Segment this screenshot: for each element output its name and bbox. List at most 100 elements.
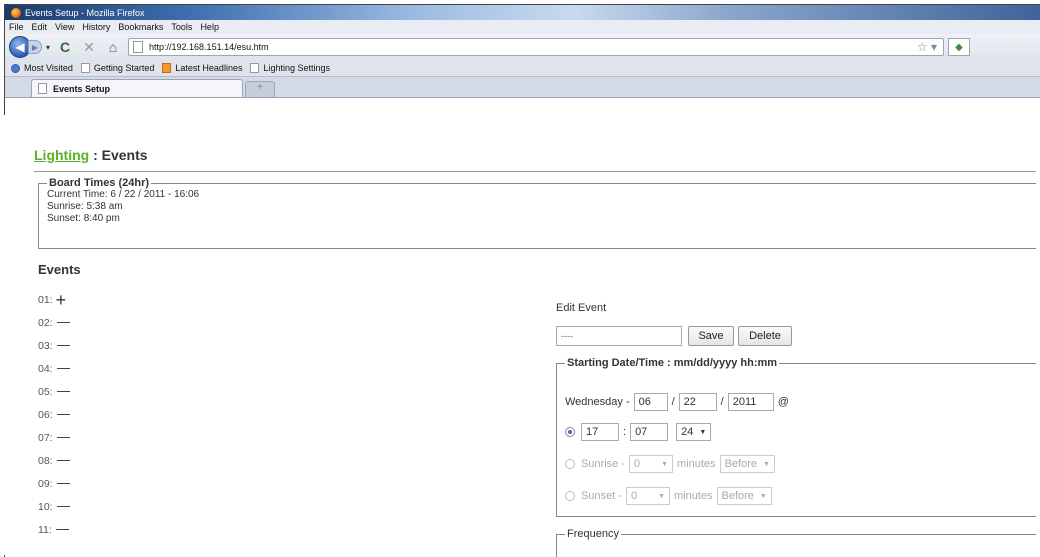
time-radio[interactable] (565, 427, 575, 437)
save-button[interactable]: Save (688, 326, 734, 346)
board-times-panel: Board Times (24hr) Current Time: 6 / 22 … (38, 177, 1036, 249)
month-input[interactable]: 06 (633, 393, 668, 411)
sunrise-radio[interactable] (565, 459, 575, 469)
empty-dash-icon (56, 460, 70, 461)
bookmark-star-icon[interactable]: ☆ ▾ (917, 40, 937, 54)
offset-value: 0 (630, 490, 638, 502)
page-icon (80, 63, 90, 73)
menu-view[interactable]: View (55, 22, 74, 32)
sunset-row: Sunset - 0 ▼ minutes Before ▼ (565, 487, 776, 505)
empty-dash-icon (56, 368, 70, 369)
empty-dash-icon (56, 391, 70, 392)
forward-arrow-icon: ▶ (31, 42, 39, 52)
offset-value: 0 (634, 458, 641, 470)
menu-help[interactable]: Help (200, 22, 219, 32)
page-icon (250, 63, 260, 73)
firefox-icon (11, 7, 21, 18)
empty-dash-icon (55, 529, 69, 530)
sunset-offset-select[interactable]: 0 ▼ (625, 487, 670, 505)
lighting-link[interactable]: Lighting (34, 147, 89, 163)
starting-datetime-legend: Starting Date/Time : mm/dd/yyyy hh:mm (567, 357, 778, 369)
bookmark-latest-headlines[interactable]: Latest Headlines (162, 63, 242, 73)
event-row[interactable]: 09: (38, 472, 70, 495)
menu-edit[interactable]: Edit (32, 22, 48, 32)
reload-icon[interactable]: C (56, 39, 74, 55)
navigation-toolbar: ◀ ▶ ▾ C ✕ ⌂ http://192.168.151.14/esu.ht… (5, 34, 1040, 60)
breadcrumb: Lighting : Events (34, 147, 148, 163)
most-visited-icon (11, 63, 20, 73)
event-number: 02: (38, 316, 53, 329)
sunrise-row: Sunrise - 0 ▼ minutes Before ▼ (565, 455, 779, 473)
bookmark-label: Most Visited (24, 63, 73, 73)
menu-history[interactable]: History (82, 22, 110, 32)
bookmark-getting-started[interactable]: Getting Started (80, 63, 154, 73)
home-icon[interactable]: ⌂ (104, 39, 122, 55)
event-row[interactable]: 03: (38, 334, 70, 357)
empty-dash-icon (56, 414, 70, 415)
page-icon (133, 41, 144, 53)
event-number: 01: (38, 293, 53, 306)
weekday-label: Wednesday - (565, 396, 630, 408)
tab-strip: Events Setup + (5, 77, 1040, 98)
event-name-input[interactable]: ---- (556, 326, 682, 346)
event-row[interactable]: 11: (38, 518, 70, 541)
menu-bar: File Edit View History Bookmarks Tools H… (5, 20, 1040, 34)
event-row[interactable]: 06: (38, 403, 70, 426)
sunset-radio[interactable] (565, 491, 575, 501)
events-heading: Events (38, 262, 81, 277)
event-row[interactable]: 10: (38, 495, 70, 518)
history-dropdown-icon[interactable]: ▾ (46, 43, 50, 52)
event-row[interactable]: 08: (38, 449, 70, 472)
event-number: 07: (38, 431, 53, 444)
time-colon: : (623, 426, 627, 438)
dropdown-arrow-icon: ▼ (759, 492, 767, 500)
menu-tools[interactable]: Tools (171, 22, 192, 32)
bookmark-lighting-settings[interactable]: Lighting Settings (250, 63, 330, 73)
breadcrumb-current: : Events (89, 147, 148, 163)
expand-plus-icon[interactable]: + (56, 291, 67, 309)
edit-event-title: Edit Event (556, 302, 607, 314)
before-value: Before (724, 458, 757, 470)
sunrise-label: Sunrise - (581, 458, 626, 470)
event-row[interactable]: 04: (38, 357, 70, 380)
menu-file[interactable]: File (9, 22, 24, 32)
event-row[interactable]: 05: (38, 380, 70, 403)
delete-button[interactable]: Delete (738, 326, 792, 346)
year-input[interactable]: 2011 (727, 393, 774, 411)
hour-input[interactable]: 17 (581, 423, 619, 441)
empty-dash-icon (56, 437, 70, 438)
sunset-before-select[interactable]: Before ▼ (716, 487, 772, 505)
event-number: 06: (38, 408, 53, 421)
event-number: 09: (38, 477, 53, 490)
event-row[interactable]: 01: + (38, 288, 70, 311)
tab-events-setup[interactable]: Events Setup (31, 79, 243, 97)
sunrise-before-select[interactable]: Before ▼ (719, 455, 775, 473)
empty-dash-icon (56, 506, 70, 507)
url-bar[interactable]: http://192.168.151.14/esu.htm ☆ ▾ (128, 38, 945, 56)
sunrise-time: Sunrise: 5:38 am (47, 201, 123, 212)
event-row[interactable]: 02: (38, 311, 70, 334)
frequency-panel: Frequency (556, 528, 1036, 557)
event-number: 11: (38, 523, 52, 536)
minute-input[interactable]: 07 (630, 423, 669, 441)
empty-dash-icon (56, 483, 70, 484)
dropdown-arrow-icon: ▼ (661, 460, 669, 468)
day-input[interactable]: 22 (678, 393, 717, 411)
sunrise-offset-select[interactable]: 0 ▼ (629, 455, 674, 473)
clock-select[interactable]: 24 ▼ (676, 423, 712, 441)
url-text: http://192.168.151.14/esu.htm (149, 42, 269, 52)
page-content: Lighting : Events Board Times (24hr) Cur… (0, 115, 1036, 557)
before-value: Before (721, 490, 754, 502)
event-number: 10: (38, 500, 53, 513)
event-number: 08: (38, 454, 53, 467)
new-tab-button[interactable]: + (245, 81, 275, 97)
stop-icon[interactable]: ✕ (80, 39, 98, 56)
starting-datetime-panel: Starting Date/Time : mm/dd/yyyy hh:mm We… (556, 357, 1036, 517)
event-row[interactable]: 07: (38, 426, 70, 449)
search-engine-icon[interactable]: ◆ (948, 38, 971, 56)
minutes-label: minutes (673, 490, 713, 502)
forward-button[interactable]: ▶ (28, 40, 42, 54)
menu-bookmarks[interactable]: Bookmarks (118, 22, 163, 32)
bookmark-most-visited[interactable]: Most Visited (11, 63, 73, 73)
event-list: 01: + 02: 03: 04: 05: 06: 07: 08: 09: 10:… (38, 288, 70, 541)
